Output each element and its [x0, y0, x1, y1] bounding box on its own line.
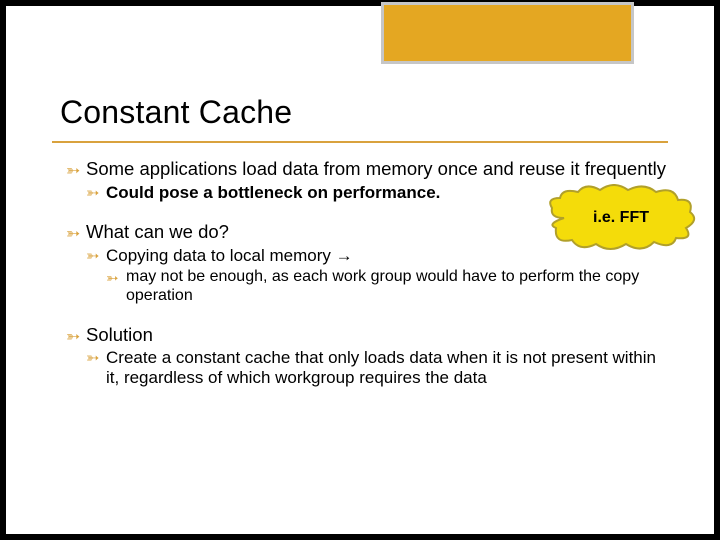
text-some-apps: Some applications load data from memory … — [86, 158, 666, 179]
accent-box — [381, 2, 634, 64]
bubble-label: i.e. FFT — [566, 209, 676, 227]
text-could-pose: Could pose a bottleneck on performance. — [106, 183, 440, 202]
swirl-icon: ➳ — [86, 185, 99, 204]
swirl-icon: ➳ — [66, 327, 80, 347]
text-create: Create a constant cache that only loads … — [106, 348, 656, 387]
text-what-can: What can we do? — [86, 221, 229, 242]
text-may-not: may not be enough, as each work group wo… — [126, 268, 639, 304]
text-copying: Copying data to local memory → — [106, 246, 353, 265]
bullet-some-apps: ➳ Some applications load data from memor… — [66, 158, 668, 180]
bullet-may-not: ➳ may not be enough, as each work group … — [66, 268, 668, 306]
swirl-icon: ➳ — [86, 248, 99, 267]
text-solution: Solution — [86, 324, 153, 345]
slide: Constant Cache ➳ Some applications load … — [6, 6, 714, 534]
bullet-solution: ➳ Solution — [66, 324, 668, 346]
swirl-icon: ➳ — [66, 224, 80, 244]
slide-title: Constant Cache — [60, 94, 292, 131]
swirl-icon: ➳ — [106, 270, 119, 288]
callout-bubble: i.e. FFT — [566, 202, 676, 236]
swirl-icon: ➳ — [86, 350, 99, 369]
swirl-icon: ➳ — [66, 161, 80, 181]
bullet-create: ➳ Create a constant cache that only load… — [66, 348, 668, 388]
title-rule — [52, 141, 668, 143]
